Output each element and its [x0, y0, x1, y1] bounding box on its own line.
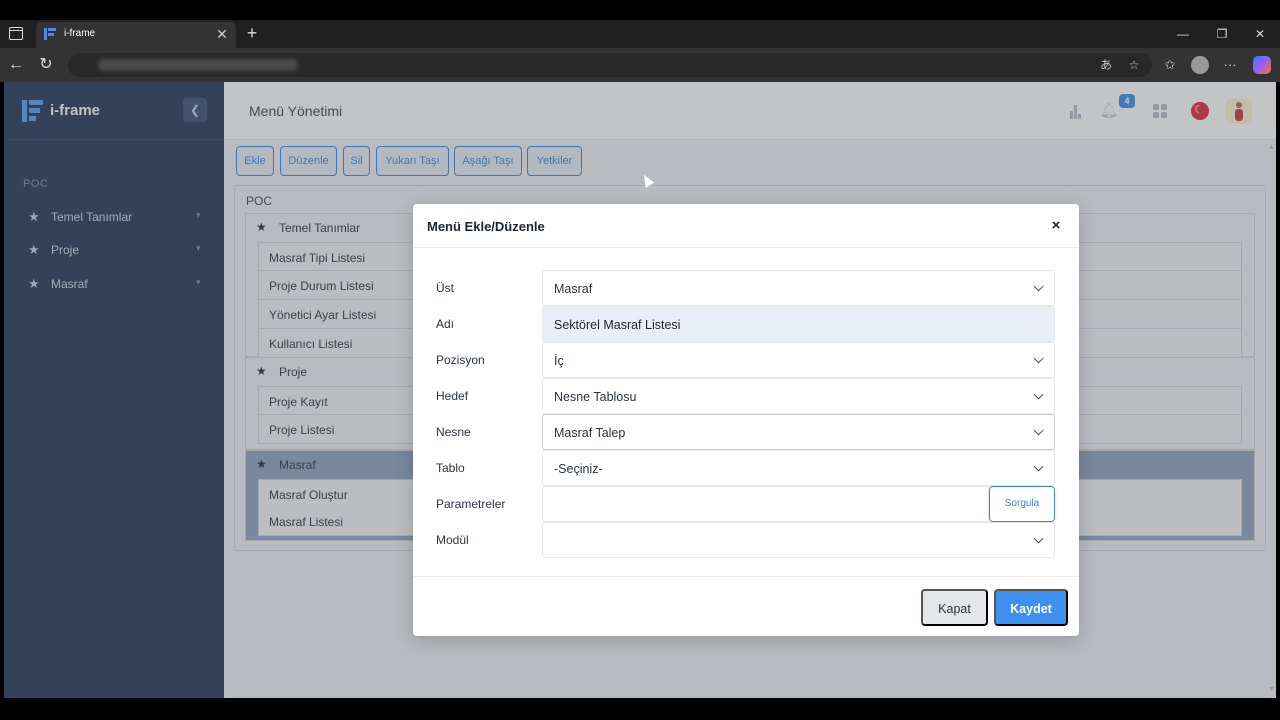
select-value: Masraf Talep: [554, 426, 626, 440]
browser-tabstrip: i-frame ✕ + — ❐ ✕: [0, 20, 1280, 48]
copilot-icon[interactable]: [1253, 56, 1271, 74]
translate-icon[interactable]: あ: [1098, 57, 1114, 73]
profile-avatar[interactable]: [1191, 56, 1209, 74]
field-tablo: Tablo -Seçiniz-: [413, 450, 1079, 486]
back-icon[interactable]: ←: [6, 55, 26, 75]
field-label: Hedef: [436, 389, 469, 403]
module-select[interactable]: [542, 522, 1055, 558]
cancel-button[interactable]: Kapat: [921, 589, 988, 626]
scroll-down-icon[interactable]: ▼: [1268, 686, 1276, 693]
minimize-icon[interactable]: —: [1171, 24, 1195, 44]
parameters-input[interactable]: [542, 486, 989, 522]
parent-select[interactable]: Masraf: [542, 270, 1055, 306]
chevron-down-icon: [1033, 461, 1044, 472]
tab-actions-icon[interactable]: [9, 27, 23, 40]
field-pozisyon: Pozisyon İç: [413, 342, 1079, 378]
table-select[interactable]: -Seçiniz-: [542, 450, 1055, 486]
iframe-favicon-icon: [44, 28, 56, 40]
name-input[interactable]: Sektörel Masraf Listesi: [542, 306, 1055, 342]
field-label: Tablo: [436, 461, 465, 475]
window-close-icon[interactable]: ✕: [1248, 24, 1272, 44]
field-label: Pozisyon: [436, 353, 485, 367]
more-menu-icon[interactable]: ···: [1221, 56, 1239, 74]
field-adi: Adı Sektörel Masraf Listesi: [413, 306, 1079, 342]
dialog-title: Menü Ekle/Düzenle: [427, 219, 545, 234]
field-ust: Üst Masraf: [413, 270, 1079, 306]
field-hedef: Hedef Nesne Tablosu: [413, 378, 1079, 414]
favorites-icon[interactable]: ✩: [1161, 56, 1179, 74]
browser-address-bar: ← ↻ あ ☆ ✩ ···: [0, 48, 1280, 82]
field-nesne: Nesne Masraf Talep: [413, 414, 1079, 450]
field-label: Modül: [436, 533, 469, 547]
position-select[interactable]: İç: [542, 342, 1055, 378]
dialog-header: Menü Ekle/Düzenle ×: [413, 204, 1079, 248]
chevron-down-icon: [1033, 281, 1044, 292]
chevron-down-icon: [1033, 533, 1044, 544]
input-value: Sektörel Masraf Listesi: [554, 318, 681, 332]
query-button[interactable]: Sorgula: [989, 486, 1055, 522]
reload-icon[interactable]: ↻: [36, 55, 56, 75]
chevron-down-icon: [1033, 353, 1044, 364]
new-tab-icon[interactable]: +: [243, 22, 261, 44]
url-text-blurred: [98, 59, 298, 71]
select-value: Nesne Tablosu: [554, 390, 637, 404]
select-value: -Seçiniz-: [554, 462, 603, 476]
browser-tab-active[interactable]: i-frame ✕: [36, 22, 236, 48]
field-parametreler: Parametreler Sorgula: [413, 486, 1079, 522]
favorite-star-icon[interactable]: ☆: [1126, 57, 1142, 73]
screen-bottom-border: [0, 698, 1280, 720]
field-label: Nesne: [436, 425, 471, 439]
object-select[interactable]: Masraf Talep: [542, 414, 1055, 450]
chevron-down-icon: [1033, 425, 1044, 436]
url-field[interactable]: あ ☆: [68, 53, 1152, 77]
tab-close-icon[interactable]: ✕: [214, 25, 230, 43]
field-modul: Modül: [413, 522, 1079, 558]
target-select[interactable]: Nesne Tablosu: [542, 378, 1055, 414]
tab-title: i-frame: [64, 28, 96, 39]
field-label: Üst: [436, 281, 454, 295]
field-label: Adı: [436, 317, 455, 331]
select-value: İç: [554, 354, 564, 368]
menu-edit-dialog: Menü Ekle/Düzenle × Üst Masraf Adı Sektö…: [413, 204, 1079, 636]
page-viewport: i-frame ❮ POC ★ Temel Tanımlar ▾ ★ Proje…: [4, 82, 1276, 698]
screen-top-border: [0, 0, 1280, 20]
select-value: Masraf: [554, 282, 593, 296]
field-label: Parametreler: [436, 497, 506, 511]
chevron-down-icon: [1033, 389, 1044, 400]
scroll-up-icon[interactable]: ▲: [1268, 144, 1276, 151]
restore-icon[interactable]: ❐: [1210, 24, 1234, 44]
dialog-footer: Kapat Kaydet: [413, 576, 1079, 636]
close-icon[interactable]: ×: [1047, 217, 1065, 235]
save-button[interactable]: Kaydet: [994, 589, 1068, 626]
